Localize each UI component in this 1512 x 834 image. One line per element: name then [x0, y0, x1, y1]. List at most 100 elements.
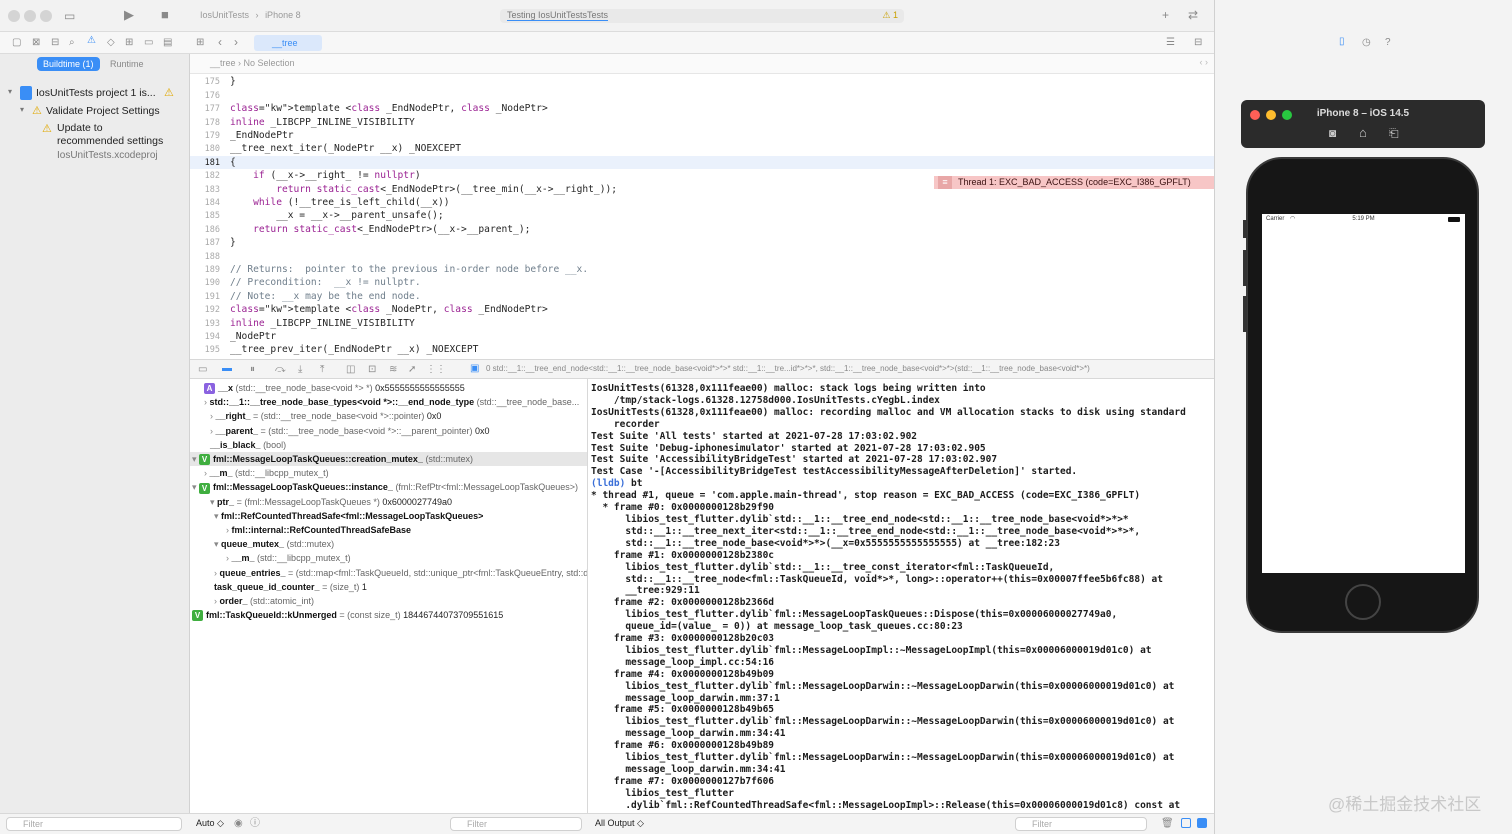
- file-inspector-icon[interactable]: ▯: [1339, 36, 1345, 47]
- pause-icon[interactable]: ⏸: [250, 363, 255, 377]
- line-number[interactable]: 195: [190, 344, 220, 357]
- code-line[interactable]: 181 {: [190, 155, 1214, 170]
- home-button[interactable]: [1345, 584, 1381, 620]
- symbol-icon[interactable]: ⊟: [51, 36, 59, 50]
- code-line[interactable]: 191 // Note: __x may be the end node.: [190, 290, 1214, 303]
- history-icon[interactable]: ◷: [1362, 36, 1371, 50]
- screenshot-icon[interactable]: ◙: [1329, 126, 1336, 140]
- jump-selection[interactable]: No Selection: [244, 58, 295, 68]
- code-line[interactable]: 178 inline _LIBCPP_INLINE_VISIBILITY: [190, 116, 1214, 129]
- code-line[interactable]: 177 class="kw">template <class _EndNodePt…: [190, 102, 1214, 115]
- split-editor-icon[interactable]: ⊟: [1194, 36, 1202, 50]
- line-number[interactable]: 192: [190, 304, 220, 317]
- step-over-icon[interactable]: ⤼: [275, 363, 286, 377]
- run-icon[interactable]: ▶: [124, 8, 134, 22]
- error-annotation[interactable]: ≡ Thread 1: EXC_BAD_ACCESS (code=EXC_I38…: [934, 176, 1214, 189]
- step-out-icon[interactable]: ⤒: [320, 363, 324, 377]
- step-in-icon[interactable]: ⤓: [298, 363, 302, 377]
- variable-row[interactable]: task_queue_id_counter_ = (size_t) 1: [190, 580, 587, 594]
- source-control-icon[interactable]: ⊠: [32, 36, 40, 50]
- code-line[interactable]: 184 while (!__tree_is_left_child(__x)): [190, 196, 1214, 209]
- variable-row[interactable]: ▾ fml::RefCountedThreadSafe<fml::Message…: [190, 509, 587, 523]
- simulator-screen[interactable]: Carrier ◠ 5:19 PM: [1262, 214, 1465, 573]
- line-number[interactable]: 191: [190, 291, 220, 304]
- line-number[interactable]: 185: [190, 210, 220, 223]
- line-number[interactable]: 177: [190, 103, 220, 116]
- line-number[interactable]: 181: [190, 157, 220, 170]
- variables-view[interactable]: A __x (std::__tree_node_base<void *> *) 0…: [190, 379, 588, 813]
- info-icon[interactable]: ⓘ: [250, 817, 260, 831]
- navigator-filter-input[interactable]: Filter: [6, 817, 182, 831]
- variables-filter-input[interactable]: Filter: [450, 817, 582, 831]
- line-number[interactable]: 183: [190, 184, 220, 197]
- line-number[interactable]: 194: [190, 331, 220, 344]
- issue-navigator-icon[interactable]: ⚠: [87, 35, 96, 46]
- code-line[interactable]: 175}: [190, 75, 1214, 88]
- disclosure-icon[interactable]: ▾: [192, 482, 199, 492]
- home-icon[interactable]: ⌂: [1359, 125, 1367, 140]
- line-number[interactable]: 187: [190, 237, 220, 250]
- test-icon[interactable]: ◇: [107, 36, 115, 50]
- disclosure-icon[interactable]: ▾: [20, 105, 24, 114]
- search-icon[interactable]: ⌕: [69, 36, 75, 50]
- jump-bar[interactable]: __tree › No Selection ‹ ›: [190, 54, 1214, 74]
- trash-icon[interactable]: 🗑: [1161, 817, 1174, 831]
- sidebar-toggle-icon[interactable]: ▭: [64, 9, 75, 23]
- line-number[interactable]: 193: [190, 318, 220, 331]
- variable-row[interactable]: › __parent_ = (std::__tree_node_base<voi…: [190, 424, 587, 438]
- variable-row[interactable]: › queue_entries_ = (std::map<fml::TaskQu…: [190, 566, 587, 580]
- close-window-button[interactable]: [8, 10, 20, 22]
- line-number[interactable]: 186: [190, 224, 220, 237]
- nav-item-project[interactable]: IosUnitTests project 1 is...: [36, 87, 156, 99]
- grid-icon[interactable]: ⊞: [196, 36, 204, 50]
- line-number[interactable]: 190: [190, 277, 220, 290]
- debug-icon[interactable]: ⊞: [125, 36, 133, 50]
- code-line[interactable]: 180 __tree_next_iter(_NodePtr __x) _NOEXC…: [190, 142, 1214, 155]
- disclosure-icon[interactable]: ▾: [214, 511, 221, 521]
- segment-runtime[interactable]: Runtime: [104, 57, 150, 71]
- variable-row[interactable]: ▾ Vfml::MessageLoopTaskQueues::creation_…: [190, 452, 587, 467]
- swap-icon[interactable]: ⇄: [1188, 8, 1198, 22]
- hide-debug-icon[interactable]: ▭: [198, 363, 207, 377]
- scheme-selector[interactable]: IosUnitTests › iPhone 8: [200, 10, 301, 20]
- line-number[interactable]: 175: [190, 76, 220, 89]
- zoom-window-button[interactable]: [40, 10, 52, 22]
- variable-row[interactable]: › order_ (std::atomic_int): [190, 594, 587, 608]
- code-line[interactable]: 189 // Returns: pointer to the previous i…: [190, 263, 1214, 276]
- code-line[interactable]: 186 return static_cast<_EndNodePtr>(__x-…: [190, 223, 1214, 236]
- variable-row[interactable]: › __right_ = (std::__tree_node_base<void…: [190, 409, 587, 423]
- tab-tree[interactable]: __tree: [254, 35, 322, 51]
- code-editor[interactable]: 174 return __x->__parent_unsafe();175}17…: [190, 54, 1214, 359]
- eye-icon[interactable]: ◉: [234, 817, 243, 831]
- location-icon[interactable]: ➚: [408, 363, 416, 377]
- code-line[interactable]: 194 _NodePtr: [190, 330, 1214, 343]
- line-number[interactable]: 182: [190, 170, 220, 183]
- disclosure-icon[interactable]: ▾: [8, 87, 12, 96]
- rotate-icon[interactable]: ⎗: [1389, 126, 1399, 141]
- disclosure-icon[interactable]: ▾: [192, 454, 199, 464]
- variable-row[interactable]: Vfml::TaskQueueId::kUnmerged = (const si…: [190, 608, 587, 622]
- nav-arrows-icon[interactable]: ‹ ›: [1200, 57, 1209, 67]
- disclosure-icon[interactable]: ▾: [210, 497, 217, 507]
- environment-icon[interactable]: ≋: [389, 363, 397, 377]
- help-icon[interactable]: ?: [1385, 36, 1391, 50]
- code-line[interactable]: 195 __tree_prev_iter(_EndNodePtr __x) _NO…: [190, 343, 1214, 356]
- thread-icon[interactable]: ⋮⋮: [426, 363, 446, 377]
- code-line[interactable]: 188: [190, 250, 1214, 263]
- warning-count[interactable]: ⚠ 1: [882, 10, 898, 21]
- code-line[interactable]: 176: [190, 89, 1214, 102]
- line-number[interactable]: 188: [190, 251, 220, 264]
- disclosure-icon[interactable]: ▾: [214, 539, 221, 549]
- line-number[interactable]: 184: [190, 197, 220, 210]
- minimize-window-button[interactable]: [24, 10, 36, 22]
- variable-row[interactable]: › fml::internal::RefCountedThreadSafeBas…: [190, 523, 587, 537]
- add-icon[interactable]: +: [1162, 8, 1169, 22]
- variable-row[interactable]: › std::__1::__tree_node_base_types<void …: [190, 395, 587, 409]
- memory-graph-icon[interactable]: ⊡: [368, 363, 376, 377]
- nav-item-update-line1[interactable]: Update to: [57, 122, 103, 134]
- forward-icon[interactable]: ›: [234, 35, 238, 49]
- variable-row[interactable]: A __x (std::__tree_node_base<void *> *) 0…: [190, 381, 587, 395]
- output-selector[interactable]: All Output ◇: [595, 818, 644, 829]
- variable-row[interactable]: ▾ Vfml::MessageLoopTaskQueues::instance_…: [190, 480, 587, 494]
- variable-row[interactable]: __is_black_ (bool): [190, 438, 587, 452]
